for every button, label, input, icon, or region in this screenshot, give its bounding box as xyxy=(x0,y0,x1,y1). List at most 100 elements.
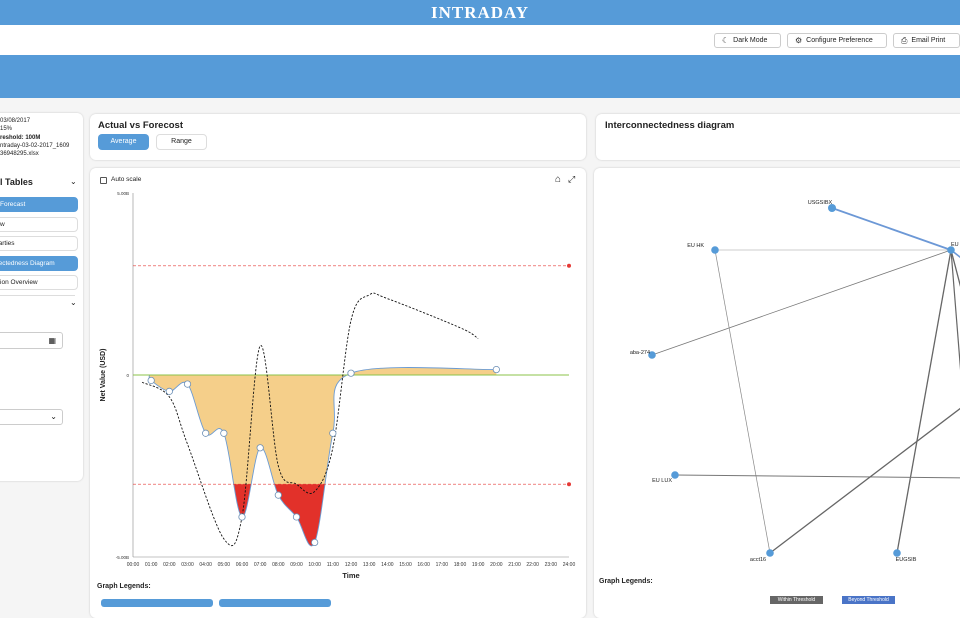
data-point xyxy=(183,380,192,388)
x-tick-label: 00:00 xyxy=(127,562,140,568)
chart-card: Auto scale ⌂ ⤢ 5.00B 0 -5.00B 00:00 01:00 02:… xyxy=(90,168,586,618)
info-file-line1: ntraday-03-02-2017_1609 xyxy=(0,143,70,149)
date-field[interactable]: ▦ xyxy=(0,332,63,349)
graph-legends-title: Graph Legends: xyxy=(97,583,151,590)
chevron-down-icon[interactable]: ⌄ xyxy=(70,177,77,186)
nav-item-transaction-overview[interactable]: ction Overview xyxy=(0,275,78,290)
x-tick-label: 04:00 xyxy=(199,562,212,568)
actual-vs-forecast-title: Actual vs Forecost xyxy=(98,120,183,131)
info-date: 03/08/2017 xyxy=(0,118,31,124)
toolbar: ☾ Dark Mode ⚙ Configure Preference ⎙ Ema… xyxy=(0,25,960,55)
network-edge xyxy=(950,249,960,371)
dark-mode-label: Dark Mode xyxy=(733,37,768,44)
info-threshold: reshold: 100M xyxy=(0,135,41,141)
legend-item[interactable] xyxy=(219,599,331,607)
x-tick-label: 20:00 xyxy=(490,562,503,568)
network-edge xyxy=(651,249,952,356)
x-tick-label: 10:00 xyxy=(308,562,321,568)
x-tick-label: 11:00 xyxy=(327,562,339,568)
network-node-label: EU xyxy=(951,242,959,248)
network-node xyxy=(766,549,774,557)
data-point xyxy=(274,491,282,499)
data-point xyxy=(292,513,301,521)
network-legends-title: Graph Legends: xyxy=(599,578,653,585)
x-tick-label: 21:00 xyxy=(508,562,521,568)
info-percent: 15% xyxy=(0,126,13,132)
calendar-icon[interactable]: ▦ xyxy=(48,336,56,345)
dark-mode-button[interactable]: ☾ Dark Mode xyxy=(714,33,781,48)
divider xyxy=(0,295,75,296)
x-tick-label: 03:00 xyxy=(181,562,194,568)
x-tick-label: 22:00 xyxy=(526,562,539,568)
x-tick-label: 07:00 xyxy=(254,562,267,568)
x-tick-label: 19:00 xyxy=(472,562,485,568)
legend-item[interactable] xyxy=(101,599,213,607)
network-card: USGSIBX EU HK aba-274 EU LUX acct16 EUGSIB EU … xyxy=(594,168,960,618)
gear-icon: ⚙ xyxy=(795,36,803,45)
network-node-label: aba-274 xyxy=(630,350,650,356)
legend-within-threshold[interactable]: Within Threshold xyxy=(770,596,823,604)
x-tick-label: 16:00 xyxy=(417,562,430,568)
interconnectedness-card: Interconnectedness diagram xyxy=(596,114,960,160)
email-print-button[interactable]: ⎙ Email Print xyxy=(893,33,960,48)
tab-range[interactable]: Range xyxy=(156,134,207,150)
x-tick-label: 05:00 xyxy=(218,562,231,568)
configure-preference-label: Configure Preference xyxy=(806,37,873,44)
threshold-marker xyxy=(567,263,571,268)
x-tick-label: 18:00 xyxy=(454,562,467,568)
x-tick-label: 12:00 xyxy=(345,562,358,568)
data-point xyxy=(220,429,228,437)
network-node-label: EU HK xyxy=(687,243,704,249)
interconnectedness-title: Interconnectedness diagram xyxy=(605,120,735,131)
x-tick-label: 02:00 xyxy=(163,562,176,568)
nav-item-forecast[interactable]: s Forecast xyxy=(0,197,78,212)
data-point xyxy=(347,369,355,377)
network-node xyxy=(671,471,679,479)
x-tick-label: 17:00 xyxy=(436,562,449,568)
x-tick-label: 08:00 xyxy=(272,562,285,568)
print-icon: ⎙ xyxy=(901,36,908,45)
network-node-label: acct16 xyxy=(750,557,766,563)
network-edge xyxy=(714,249,771,554)
network-edge xyxy=(769,407,960,554)
chevron-down-icon: ⌄ xyxy=(50,412,57,421)
network-node xyxy=(711,246,719,254)
x-tick-label: 14:00 xyxy=(381,562,394,568)
network-node-label: EU LUX xyxy=(652,478,672,484)
configure-preference-button[interactable]: ⚙ Configure Preference xyxy=(787,33,887,48)
network-edge xyxy=(831,207,952,251)
x-tick-label: 23:00 xyxy=(545,562,558,568)
network-edge xyxy=(674,474,960,479)
moon-icon: ☾ xyxy=(722,36,730,45)
email-print-label: Email Print xyxy=(911,37,946,44)
tables-heading: l Tables xyxy=(0,177,33,187)
x-tick-label: 06:00 xyxy=(236,562,249,568)
x-tick-label: 13:00 xyxy=(363,562,376,568)
select-field[interactable]: ⌄ xyxy=(0,409,63,425)
x-tick-label: 15:00 xyxy=(399,562,412,568)
nav-item-interconnectedness[interactable]: nectedness Diagram xyxy=(0,256,78,271)
header-band xyxy=(0,55,960,98)
tab-average[interactable]: Average xyxy=(98,134,149,150)
chevron-down-icon[interactable]: ⌄ xyxy=(70,298,77,307)
network-node-label: USGSIBX xyxy=(808,200,833,206)
y-tick-label: 0 xyxy=(126,373,129,378)
nav-item-overview[interactable]: iew xyxy=(0,217,78,232)
net-value-chart: 5.00B 0 -5.00B 00:00 01:00 02:00 03:00 04:00 05:… xyxy=(100,191,575,578)
legend-beyond-threshold[interactable]: Beyond Threshold xyxy=(842,596,895,604)
x-axis-label: Time xyxy=(342,571,359,578)
info-file-line2: 36948295.xlsx xyxy=(0,151,39,157)
actual-vs-forecast-card: Actual vs Forecost Average Range xyxy=(90,114,586,160)
threshold-marker xyxy=(567,482,571,487)
nav-item-counterparties[interactable]: parties xyxy=(0,236,78,251)
network-diagram: USGSIBX EU HK aba-274 EU LUX acct16 EUGSIB EU xyxy=(630,200,960,563)
data-point xyxy=(238,513,246,521)
data-point xyxy=(256,444,264,452)
x-tick-label: 09:00 xyxy=(290,562,303,568)
y-tick-label: -5.00B xyxy=(116,555,129,560)
data-point xyxy=(492,365,500,374)
area-fill xyxy=(149,367,497,546)
network-edge xyxy=(896,249,952,554)
y-tick-label: 5.00B xyxy=(117,191,129,196)
top-header: INTRADAY xyxy=(0,0,960,25)
